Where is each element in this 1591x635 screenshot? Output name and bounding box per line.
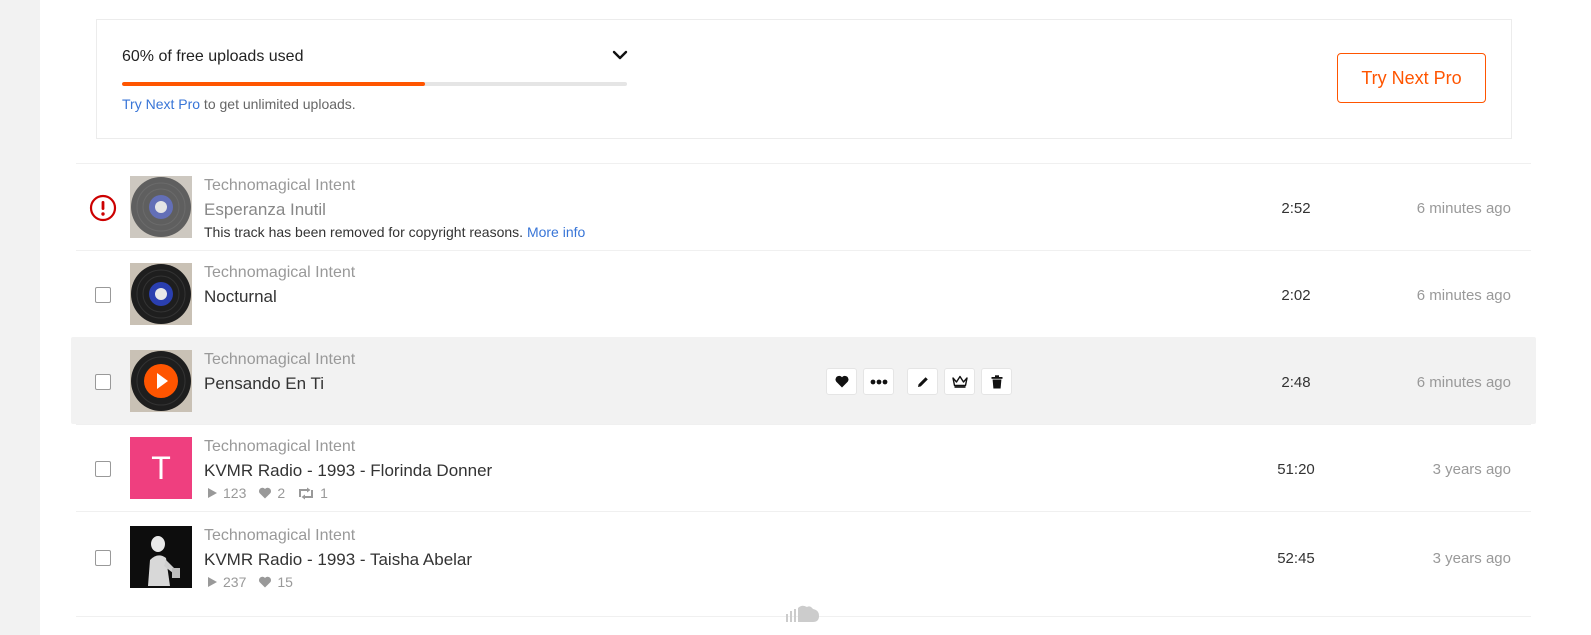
quota-subtext-rest: to get unlimited uploads. [200, 96, 356, 112]
track-artwork[interactable] [130, 350, 192, 412]
quota-progress-bar [122, 82, 627, 86]
track-row: Technomagical Intent Pensando En Ti 2:48… [71, 337, 1536, 424]
track-upload-time: 6 minutes ago [1416, 287, 1511, 304]
like-count-value: 2 [277, 485, 286, 501]
chevron-down-icon[interactable] [611, 46, 629, 64]
track-artist[interactable]: Technomagical Intent [204, 264, 355, 282]
quota-subtext: Try Next Pro to get unlimited uploads. [122, 96, 356, 112]
track-row: T Technomagical Intent KVMR Radio - 1993… [76, 424, 1531, 511]
track-artist[interactable]: Technomagical Intent [204, 177, 355, 195]
track-title[interactable]: Pensando En Ti [204, 374, 324, 394]
artwork-letter: T [130, 437, 192, 499]
track-select-checkbox[interactable] [95, 287, 111, 303]
track-duration: 52:45 [1277, 550, 1315, 567]
promote-button[interactable] [944, 368, 975, 395]
vinyl-record-icon [130, 176, 192, 238]
edit-pencil-icon [917, 376, 928, 387]
play-count: 237 [206, 574, 246, 590]
delete-button[interactable] [981, 368, 1012, 395]
track-duration: 2:48 [1281, 374, 1311, 391]
track-title[interactable]: KVMR Radio - 1993 - Taisha Abelar [204, 550, 472, 570]
play-icon[interactable] [144, 364, 178, 398]
quota-title: 60% of free uploads used [122, 48, 304, 65]
like-count: 2 [258, 485, 285, 501]
track-artwork[interactable]: T [130, 437, 192, 499]
warning-icon [89, 194, 117, 222]
track-row: Technomagical Intent Esperanza Inutil Th… [76, 163, 1531, 250]
track-artwork[interactable] [130, 176, 192, 238]
page: 60% of free uploads used Try Next Pro to… [40, 0, 1591, 635]
track-stats: 237 15 [206, 574, 293, 590]
upload-quota-banner: 60% of free uploads used Try Next Pro to… [96, 19, 1512, 139]
track-upload-time: 3 years ago [1432, 461, 1511, 478]
track-upload-time: 6 minutes ago [1416, 200, 1511, 217]
track-upload-time: 3 years ago [1432, 550, 1511, 567]
heart-icon [259, 487, 272, 499]
track-artist[interactable]: Technomagical Intent [204, 351, 355, 369]
track-select-checkbox[interactable] [95, 374, 111, 390]
track-artwork[interactable] [130, 526, 192, 588]
like-count: 15 [258, 574, 293, 590]
more-button[interactable] [863, 368, 894, 395]
soundcloud-logo-icon [786, 605, 819, 622]
try-next-pro-link[interactable]: Try Next Pro [122, 96, 200, 112]
play-count-icon [208, 488, 217, 498]
copyright-notice-text: This track has been removed for copyrigh… [204, 224, 524, 240]
track-row: Technomagical Intent Nocturnal 2:02 6 mi… [76, 250, 1531, 337]
track-title[interactable]: Esperanza Inutil [204, 200, 326, 220]
track-actions [826, 368, 1012, 395]
track-list: Technomagical Intent Esperanza Inutil Th… [71, 163, 1536, 603]
quota-progress-fill [122, 82, 425, 86]
trash-icon [991, 374, 1002, 388]
repost-count: 1 [297, 485, 328, 501]
track-duration: 51:20 [1277, 461, 1315, 478]
track-artwork[interactable] [130, 263, 192, 325]
like-button[interactable] [826, 368, 857, 395]
play-count-icon [208, 577, 217, 587]
more-info-link[interactable]: More info [527, 224, 585, 240]
play-count-value: 237 [223, 574, 247, 590]
track-select-checkbox[interactable] [95, 550, 111, 566]
track-select-checkbox[interactable] [95, 461, 111, 477]
edit-button[interactable] [907, 368, 938, 395]
copyright-notice: This track has been removed for copyrigh… [204, 224, 585, 240]
play-count: 123 [206, 485, 246, 501]
try-next-pro-button[interactable]: Try Next Pro [1337, 53, 1486, 103]
more-icon [870, 379, 887, 384]
track-duration: 2:02 [1281, 287, 1311, 304]
repost-icon [299, 487, 314, 499]
like-count-value: 15 [277, 574, 293, 590]
track-artist[interactable]: Technomagical Intent [204, 438, 355, 456]
heart-icon [834, 375, 849, 388]
repost-count-value: 1 [320, 485, 328, 501]
track-row: Technomagical Intent KVMR Radio - 1993 -… [76, 511, 1531, 603]
crown-icon [951, 375, 968, 388]
vinyl-record-icon [130, 263, 192, 325]
track-artist[interactable]: Technomagical Intent [204, 527, 355, 545]
track-upload-time: 6 minutes ago [1416, 374, 1511, 391]
portrait-photo-icon [130, 526, 192, 588]
track-title[interactable]: KVMR Radio - 1993 - Florinda Donner [204, 461, 492, 481]
play-count-value: 123 [223, 485, 247, 501]
heart-icon [259, 576, 272, 588]
track-title[interactable]: Nocturnal [204, 287, 277, 307]
track-duration: 2:52 [1281, 200, 1311, 217]
track-stats: 123 2 1 [206, 485, 328, 501]
